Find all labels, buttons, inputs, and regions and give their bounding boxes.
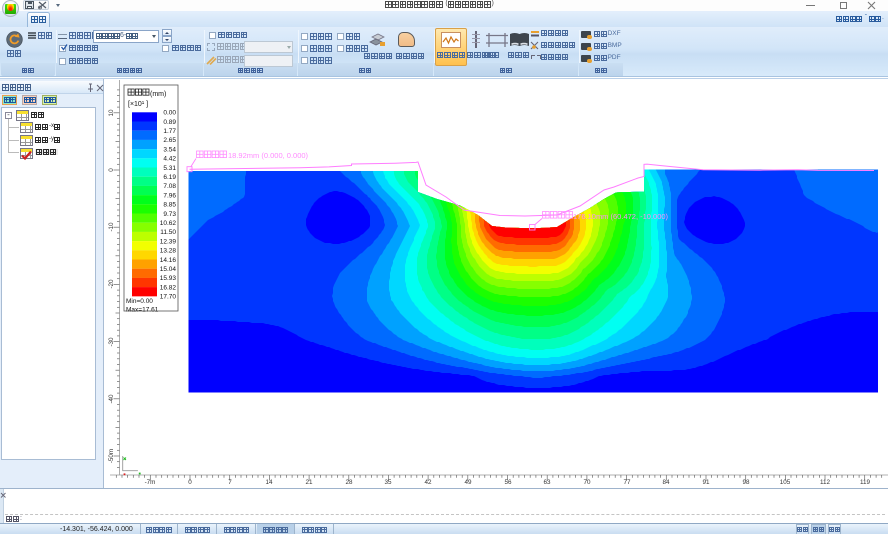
svg-text:0: 0 xyxy=(188,479,192,486)
svg-text:63: 63 xyxy=(543,479,551,486)
svg-text:98: 98 xyxy=(742,479,750,486)
svg-text:119: 119 xyxy=(860,479,871,486)
svg-text:0: 0 xyxy=(108,168,115,172)
svg-text:-20: -20 xyxy=(108,279,115,289)
svg-text:42: 42 xyxy=(424,479,432,486)
svg-text:35: 35 xyxy=(384,479,392,486)
svg-text:77: 77 xyxy=(623,479,631,486)
svg-text:11.50: 11.50 xyxy=(160,229,176,236)
svg-text:12.39: 12.39 xyxy=(160,238,177,245)
svg-text:8.85: 8.85 xyxy=(163,202,176,209)
svg-text:1.77: 1.77 xyxy=(163,128,176,135)
svg-text:0.00: 0.00 xyxy=(163,110,176,117)
svg-text:56: 56 xyxy=(504,479,512,486)
svg-text:17.70: 17.70 xyxy=(160,294,177,301)
svg-text:3.54: 3.54 xyxy=(163,146,176,153)
svg-text:91: 91 xyxy=(702,479,710,486)
svg-text:15.04: 15.04 xyxy=(160,266,177,273)
svg-text:14.16: 14.16 xyxy=(160,257,177,264)
svg-text:9.73: 9.73 xyxy=(163,211,176,218)
svg-text:5.31: 5.31 xyxy=(163,165,176,172)
svg-text:49: 49 xyxy=(464,479,472,486)
svg-text:(mm): (mm) xyxy=(150,91,166,98)
svg-text:6.19: 6.19 xyxy=(163,174,176,181)
svg-text:10.62: 10.62 xyxy=(160,220,177,227)
svg-text:-10: -10 xyxy=(108,222,115,232)
svg-text:70: 70 xyxy=(583,479,591,486)
svg-text:18.92mm (0.000, 0.000): 18.92mm (0.000, 0.000) xyxy=(228,151,309,160)
svg-text:10: 10 xyxy=(108,109,115,117)
svg-text:105: 105 xyxy=(780,479,791,486)
svg-text:112: 112 xyxy=(820,479,831,486)
svg-text:Max=17.61: Max=17.61 xyxy=(126,307,159,314)
svg-text:-30: -30 xyxy=(108,337,115,347)
svg-text:7: 7 xyxy=(228,479,232,486)
svg-text:7.08: 7.08 xyxy=(163,183,176,190)
svg-text:84: 84 xyxy=(662,479,670,486)
svg-text:2.65: 2.65 xyxy=(163,137,176,144)
svg-text:-40: -40 xyxy=(108,394,115,404)
svg-text:21: 21 xyxy=(305,479,313,486)
svg-text:-50m: -50m xyxy=(108,449,115,463)
svg-text:4.42: 4.42 xyxy=(163,156,176,163)
svg-text:-7m: -7m xyxy=(145,479,156,486)
svg-text:28: 28 xyxy=(345,479,353,486)
svg-text:0.89: 0.89 xyxy=(163,119,176,126)
svg-text:176.10mm (60.472, -10.000): 176.10mm (60.472, -10.000) xyxy=(573,212,669,221)
svg-text:16.82: 16.82 xyxy=(160,284,177,291)
svg-text:14: 14 xyxy=(265,479,273,486)
svg-text:13.28: 13.28 xyxy=(160,248,177,255)
svg-text:15.93: 15.93 xyxy=(160,275,177,282)
svg-text:[×10¹ ]: [×10¹ ] xyxy=(128,101,148,108)
svg-text:Min=0.00: Min=0.00 xyxy=(126,298,153,305)
svg-text:7.96: 7.96 xyxy=(163,192,176,199)
